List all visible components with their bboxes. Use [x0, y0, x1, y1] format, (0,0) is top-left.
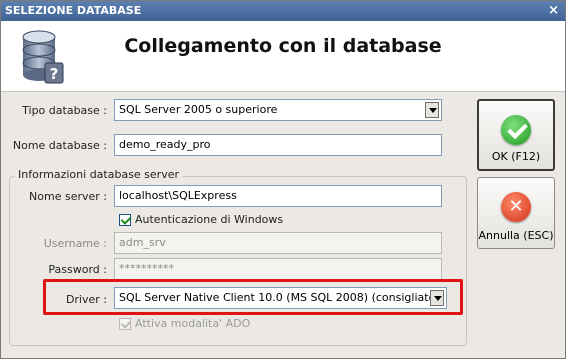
- password-label: Password :: [48, 263, 107, 276]
- close-icon[interactable]: ×: [548, 1, 559, 21]
- dialog-header: ? Collegamento con il database: [1, 21, 565, 92]
- ok-button[interactable]: OK (F12): [477, 99, 555, 171]
- windows-auth-label: Autenticazione di Windows: [135, 213, 284, 226]
- dialog-heading: Collegamento con il database: [124, 35, 442, 57]
- driver-select[interactable]: SQL Server Native Client 10.0 (MS SQL 20…: [114, 287, 447, 309]
- chevron-down-icon[interactable]: [425, 102, 439, 118]
- ok-button-label: OK (F12): [491, 150, 541, 163]
- db-name-field[interactable]: demo_ready_pro: [114, 134, 442, 156]
- title-bar[interactable]: SELEZIONE DATABASE ×: [1, 1, 565, 21]
- cancel-button-label: Annulla (ESC): [478, 229, 554, 242]
- svg-text:?: ?: [50, 65, 59, 83]
- username-label: Username :: [43, 237, 107, 250]
- windows-auth-checkbox[interactable]: [119, 214, 131, 226]
- db-type-value: SQL Server 2005 o superiore: [119, 103, 278, 116]
- window-title: SELEZIONE DATABASE: [5, 4, 142, 17]
- ado-mode-label: Attiva modalita' ADO: [135, 317, 251, 330]
- ado-mode-checkbox[interactable]: [119, 318, 131, 330]
- db-type-select[interactable]: SQL Server 2005 o superiore: [114, 99, 442, 121]
- server-info-group-title: Informazioni database server: [15, 168, 183, 181]
- db-type-label: Tipo database :: [22, 104, 107, 117]
- driver-label: Driver :: [65, 293, 107, 306]
- driver-value: SQL Server Native Client 10.0 (MS SQL 20…: [119, 291, 440, 304]
- chevron-down-icon[interactable]: [430, 290, 444, 306]
- username-field[interactable]: adm_srv: [114, 232, 442, 254]
- db-name-label: Nome database :: [12, 139, 107, 152]
- cross-icon: ✕: [501, 192, 531, 222]
- checkmark-icon: [501, 115, 531, 145]
- password-field[interactable]: **********: [114, 258, 442, 280]
- cancel-button[interactable]: ✕ Annulla (ESC): [477, 177, 555, 249]
- server-name-field[interactable]: localhost\SQLExpress: [114, 185, 442, 207]
- selezione-database-dialog: SELEZIONE DATABASE × ? Collegamento con …: [0, 0, 566, 359]
- server-name-label: Nome server :: [29, 190, 107, 203]
